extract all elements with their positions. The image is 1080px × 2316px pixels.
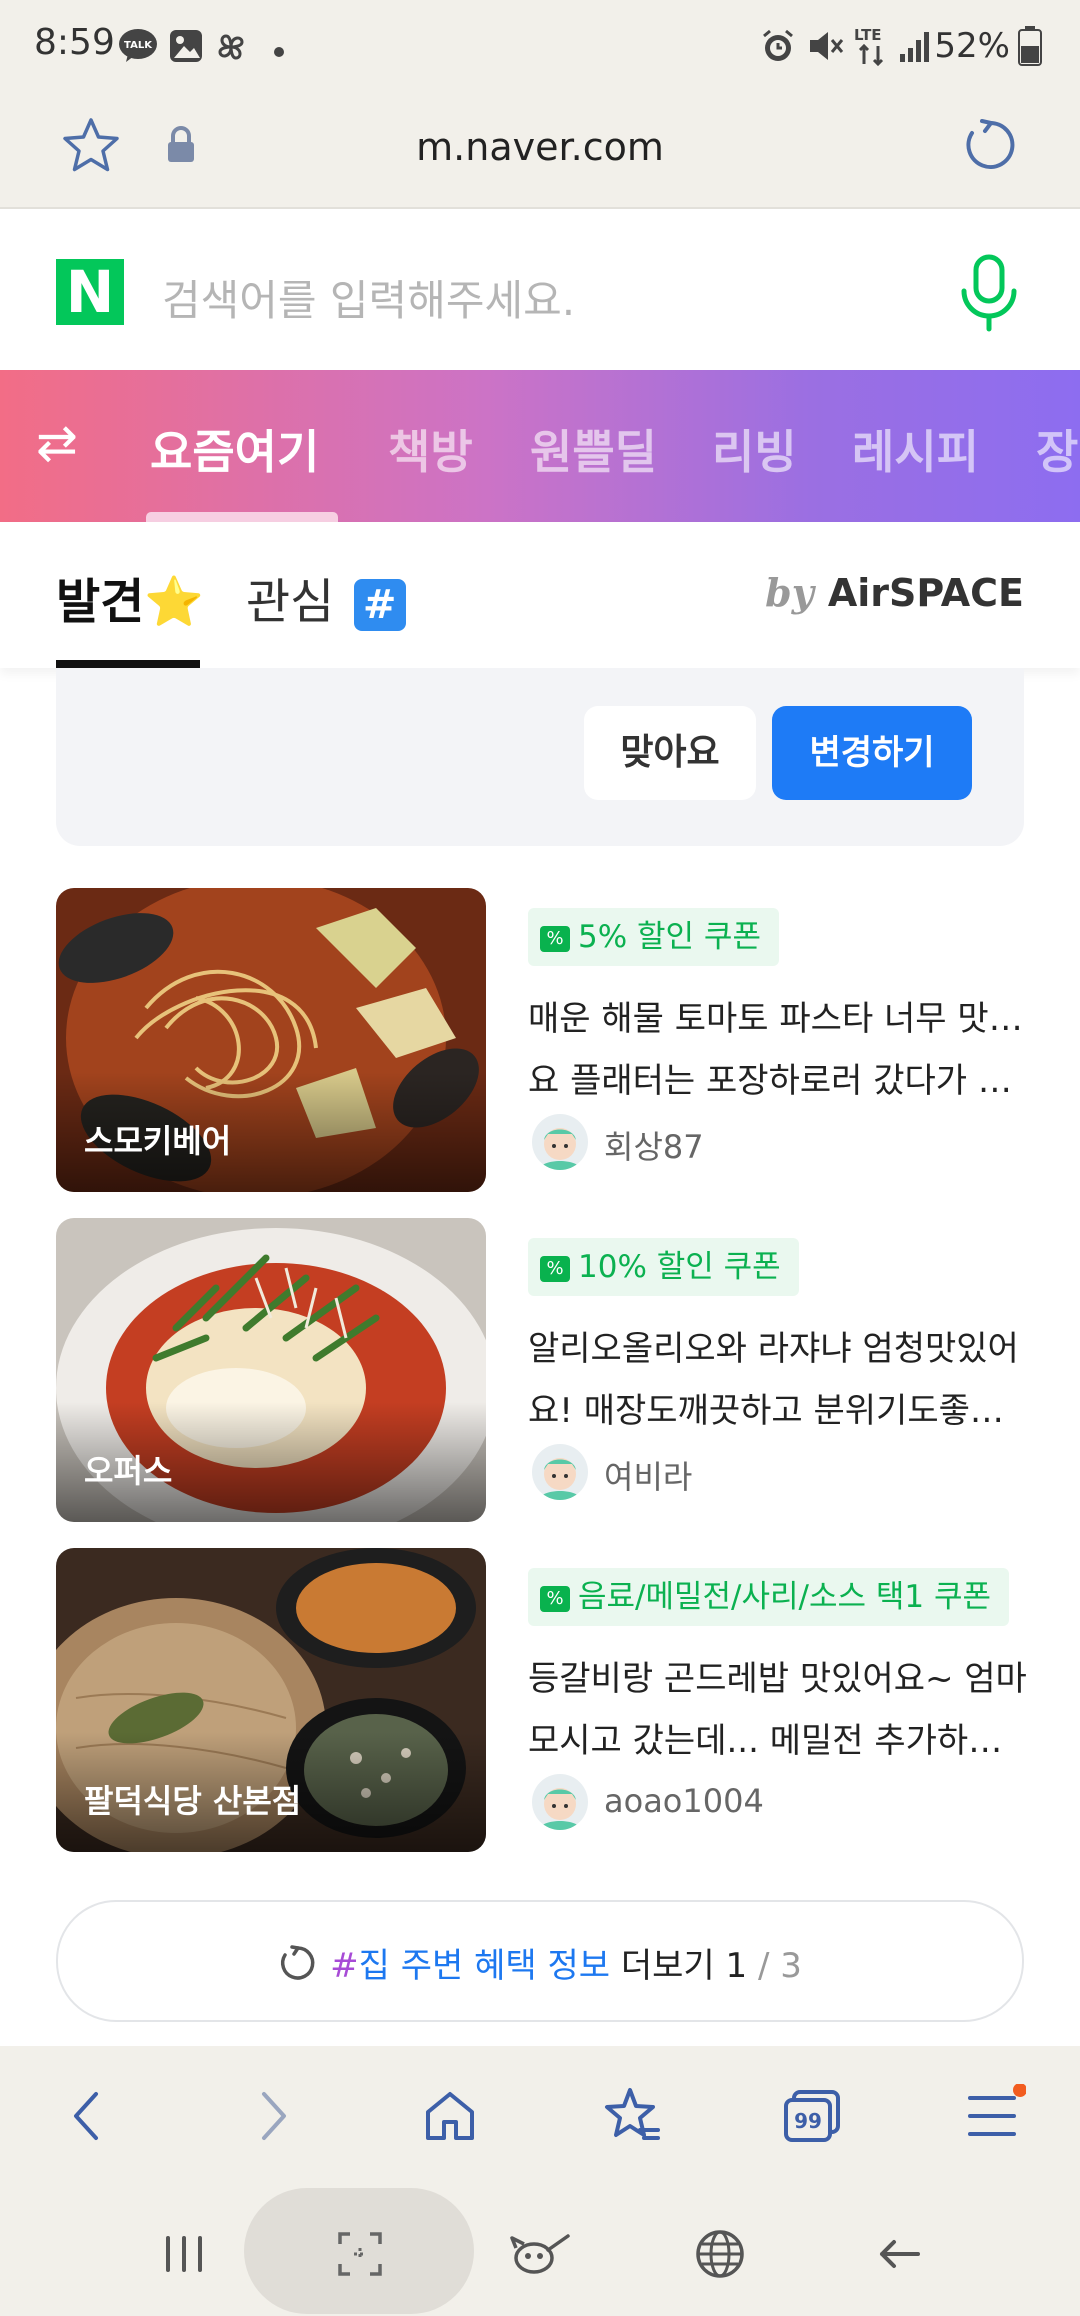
- place-name: 오퍼스: [84, 1452, 173, 1490]
- internet-icon[interactable]: [692, 2226, 748, 2282]
- tabs-icon[interactable]: 99: [780, 2084, 844, 2148]
- place-name: 스모키베어: [84, 1122, 232, 1160]
- review-text[interactable]: 등갈비랑 곤드레밥 맛있어요~ 엄마 모시고 갔는데... 메밀전 추가하셨..…: [528, 1648, 1028, 1772]
- coupon-text: 음료/메밀전/사리/소스 택1 쿠폰: [578, 1579, 992, 1615]
- tab-interest-label: 관심: [246, 574, 335, 630]
- page-total: / 3: [757, 1946, 802, 1986]
- assistant-icon[interactable]: [508, 2226, 570, 2282]
- review-line: 요 플래터는 포장하로러 갔다가 간...: [528, 1061, 1028, 1101]
- back-nav-icon[interactable]: [872, 2226, 928, 2282]
- tab-discover[interactable]: 발견⭐: [56, 562, 204, 632]
- swap-icon[interactable]: ⇄: [36, 414, 78, 472]
- list-item[interactable]: 오퍼스 % 10% 할인 쿠폰 알리오올리오와 라쟈냐 엄청맛있어 요! 매장도깨…: [56, 1218, 1028, 1524]
- bookmarks-icon[interactable]: [600, 2084, 664, 2148]
- author-name: 여비라: [604, 1458, 693, 1496]
- review-line: 알리오올리오와 라쟈냐 엄청맛있어: [528, 1329, 1019, 1369]
- search-input[interactable]: 검색어를 입력해주세요.: [162, 267, 575, 328]
- airspace-brand: by AirSPACE: [765, 570, 1024, 615]
- tab-interest[interactable]: 관심 #: [246, 562, 406, 632]
- coupon-icon: %: [540, 1585, 570, 1612]
- battery-percent: 52%: [934, 26, 1010, 66]
- coupon-text: 10% 할인 쿠폰: [578, 1249, 781, 1285]
- gallery-icon: [168, 28, 204, 68]
- kakaotalk-icon: TALK: [118, 28, 158, 68]
- more-label: 더보기: [620, 1946, 715, 1986]
- refresh-icon: [278, 1943, 318, 1992]
- brand-label: AirSPACE: [827, 571, 1024, 615]
- tab-jang[interactable]: 장: [1036, 416, 1078, 482]
- tab-wonppeuldeal[interactable]: 원쁠딜: [530, 416, 657, 482]
- feedback-card: 맞아요 변경하기: [56, 668, 1024, 846]
- coupon-icon: %: [540, 1255, 570, 1282]
- page-current: 1: [725, 1946, 748, 1986]
- avatar: [532, 1444, 588, 1500]
- list-item[interactable]: 팔덕식당 산본점 % 음료/메밀전/사리/소스 택1 쿠폰 등갈비랑 곤드레밥 맛…: [56, 1548, 1028, 1854]
- tab-yojeum-yeogi[interactable]: 요즘여기: [150, 416, 319, 482]
- by-label: by: [765, 570, 814, 615]
- signal-icon: [898, 28, 932, 68]
- battery-icon: [1018, 26, 1042, 70]
- browser-url-bar: m.naver.com: [0, 95, 1080, 209]
- tab-recipe[interactable]: 레시피: [852, 416, 979, 482]
- forward-icon[interactable]: [240, 2084, 304, 2148]
- more-hash: #: [330, 1946, 359, 1986]
- review-line: 등갈비랑 곤드레밥 맛있어요~ 엄마: [528, 1659, 1027, 1699]
- coupon-text: 5% 할인 쿠폰: [578, 919, 761, 955]
- microphone-icon[interactable]: [956, 253, 1022, 337]
- tabs-count: 99: [794, 2109, 822, 2133]
- recents-icon[interactable]: [156, 2226, 212, 2282]
- browser-toolbar: 99: [0, 2046, 1080, 2186]
- pinwheel-icon: [212, 28, 250, 70]
- review-line: 매운 해물 토마토 파스타 너무 맛있어: [528, 999, 1028, 1039]
- avatar: [532, 1114, 588, 1170]
- coupon-badge[interactable]: % 음료/메밀전/사리/소스 택1 쿠폰: [528, 1568, 1010, 1626]
- naver-logo[interactable]: N: [56, 259, 124, 325]
- alarm-icon: [760, 28, 796, 68]
- mute-icon: [806, 28, 844, 68]
- sub-tab-bar: 발견⭐ 관심 # by AirSPACE: [0, 522, 1080, 668]
- reload-icon[interactable]: [960, 115, 1020, 179]
- hash-badge-icon: #: [353, 579, 406, 631]
- system-nav-bar: [0, 2186, 1080, 2316]
- place-name: 팔덕식당 산본점: [84, 1782, 302, 1820]
- list-item[interactable]: 스모키베어 % 5% 할인 쿠폰 매운 해물 토마토 파스타 너무 맛있어 요 플…: [56, 888, 1028, 1194]
- review-text[interactable]: 매운 해물 토마토 파스타 너무 맛있어 요 플래터는 포장하로러 갔다가 간.…: [528, 988, 1028, 1112]
- food-thumbnail[interactable]: 팔덕식당 산본점: [56, 1548, 486, 1852]
- home-icon[interactable]: [418, 2084, 482, 2148]
- status-time: 8:59: [34, 22, 115, 63]
- lte-icon: LTE: [852, 24, 892, 72]
- url-text[interactable]: m.naver.com: [0, 125, 1080, 169]
- sub-tab-underline: [56, 660, 200, 668]
- svg-text:TALK: TALK: [124, 40, 153, 51]
- author-name: 회상87: [604, 1128, 704, 1166]
- service-tab-bar: ⇄ 요즘여기 책방 원쁠딜 리빙 레시피 장: [0, 370, 1080, 522]
- avatar: [532, 1774, 588, 1830]
- more-content: #집 주변 혜택 정보 더보기 1 / 3: [58, 1938, 1022, 1992]
- correct-button[interactable]: 맞아요: [584, 706, 756, 800]
- tab-living[interactable]: 리빙: [712, 416, 797, 482]
- coupon-icon: %: [540, 925, 570, 952]
- naver-search-bar: N 검색어를 입력해주세요.: [0, 209, 1080, 369]
- more-button[interactable]: #집 주변 혜택 정보 더보기 1 / 3: [56, 1900, 1024, 2022]
- food-thumbnail[interactable]: 스모키베어: [56, 888, 486, 1192]
- more-topic: 집 주변 혜택 정보: [358, 1946, 611, 1986]
- menu-icon[interactable]: [962, 2083, 1027, 2148]
- coupon-badge[interactable]: % 5% 할인 쿠폰: [528, 908, 779, 966]
- review-line: 모시고 갔는데... 메밀전 추가하셨...: [528, 1721, 1028, 1761]
- coupon-badge[interactable]: % 10% 할인 쿠폰: [528, 1238, 799, 1296]
- review-line: 요! 매장도깨끗하고 분위기도좋아...: [528, 1391, 1028, 1431]
- active-tab-indicator: [146, 512, 338, 522]
- back-icon[interactable]: [56, 2084, 120, 2148]
- dot-icon: [274, 42, 284, 61]
- review-text[interactable]: 알리오올리오와 라쟈냐 엄청맛있어 요! 매장도깨끗하고 분위기도좋아...: [528, 1318, 1028, 1442]
- change-button[interactable]: 변경하기: [772, 706, 972, 800]
- food-thumbnail[interactable]: 오퍼스: [56, 1218, 486, 1522]
- author-name: aoao1004: [604, 1782, 764, 1820]
- home-capture-icon[interactable]: [332, 2226, 388, 2282]
- svg-text:LTE: LTE: [854, 26, 882, 44]
- tab-chaekbang[interactable]: 책방: [388, 416, 473, 482]
- status-bar: 8:59 TALK LTE 52%: [0, 0, 1080, 95]
